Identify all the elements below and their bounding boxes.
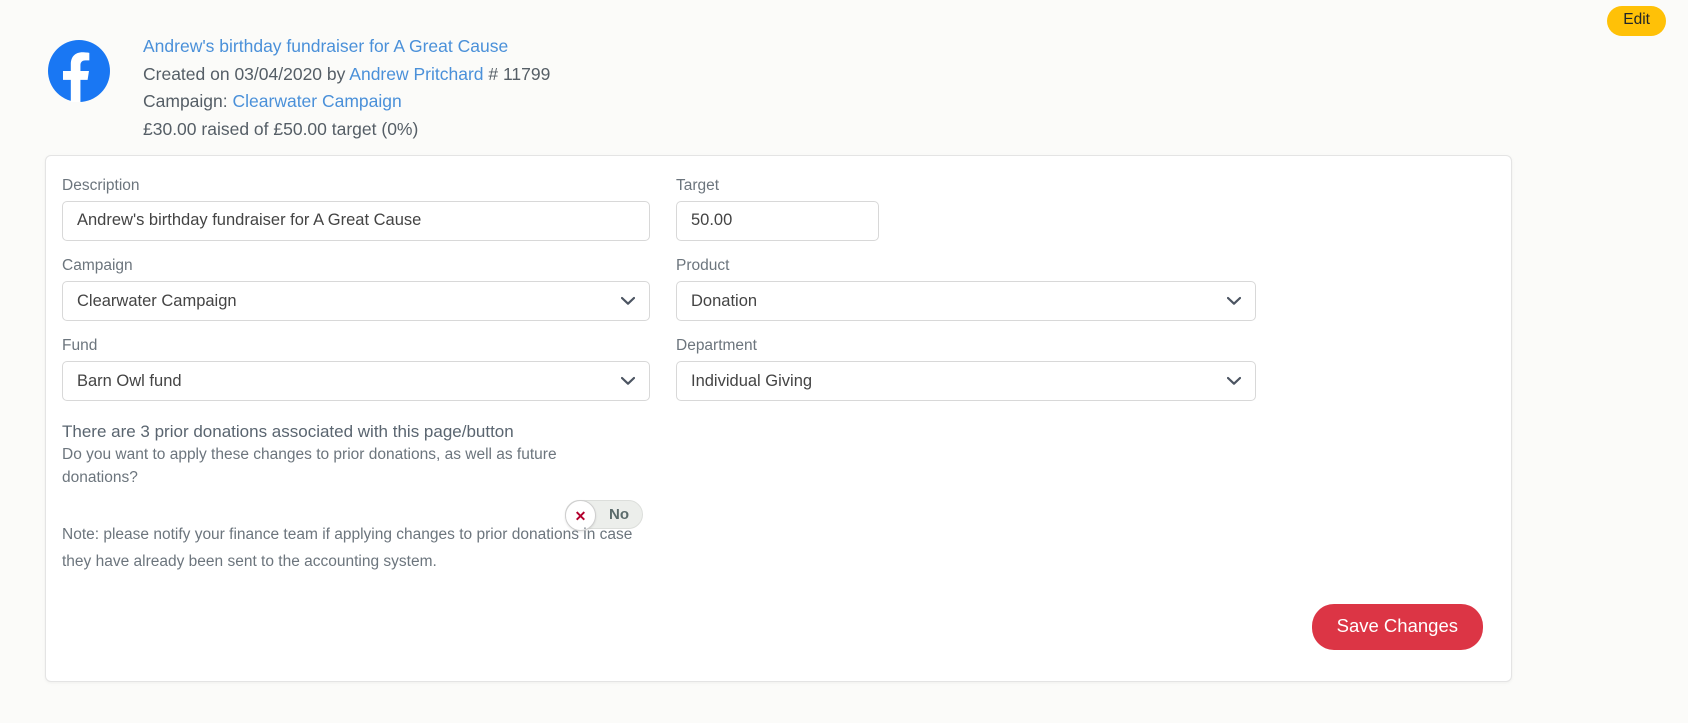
field-description: Description [62,176,650,241]
description-label: Description [62,177,140,194]
edit-button[interactable]: Edit [1607,6,1666,36]
edit-form-card: Description Campaign Clearwater Campaign… [45,155,1512,682]
department-label: Department [676,336,757,354]
fund-select[interactable]: Barn Owl fund [62,360,650,401]
form-left-column: Description Campaign Clearwater Campaign… [62,176,650,416]
reference-number: # 11799 [483,63,551,84]
save-changes-button[interactable]: Save Changes [1311,603,1483,650]
target-label: Target [676,177,720,194]
field-campaign: Campaign Clearwater Campaign [62,256,650,321]
finance-note: Note: please notify your finance team if… [62,526,633,570]
chevron-down-icon [621,296,635,305]
department-select[interactable]: Individual Giving [676,360,1256,401]
progress-line: £30.00 raised of £50.00 target (0%) [143,118,419,139]
fund-label: Fund [62,336,98,354]
prior-donations-question: Do you want to apply these changes to pr… [62,445,557,486]
campaign-select-value: Clearwater Campaign [77,291,237,310]
created-prefix: Created on [143,63,235,84]
department-select-value: Individual Giving [691,371,813,390]
field-fund: Fund Barn Owl fund [62,336,650,401]
header-text-block: Andrew's birthday fundraiser for A Great… [143,30,550,144]
campaign-label: Campaign [62,256,133,274]
chevron-down-icon [1227,296,1241,305]
campaign-line: Campaign: Clearwater Campaign [143,88,550,116]
fund-select-value: Barn Owl fund [77,371,182,390]
created-date: 03/04/2020 [234,63,323,84]
fundraiser-header: Andrew's birthday fundraiser for A Great… [48,30,550,144]
toggle-value-label: No [609,506,629,524]
facebook-icon [48,40,110,103]
form-right-column: Target Product Donation Department Indiv… [676,176,1256,416]
prior-donations-title: There are 3 prior donations associated w… [62,422,514,441]
cross-icon: ✕ [574,507,587,524]
campaign-prefix: Campaign: [143,91,233,112]
prior-donations-block: There are 3 prior donations associated w… [62,422,650,532]
campaign-link[interactable]: Clearwater Campaign [233,91,402,111]
campaign-select[interactable]: Clearwater Campaign [62,280,650,321]
created-line: Created on 03/04/2020 by Andrew Pritchar… [143,61,550,89]
chevron-down-icon [1227,376,1241,385]
field-department: Department Individual Giving [676,336,1256,401]
chevron-down-icon [621,376,635,385]
product-label: Product [676,256,730,274]
product-select-value: Donation [691,291,758,310]
field-product: Product Donation [676,256,1256,321]
target-input[interactable] [676,200,879,241]
product-select[interactable]: Donation [676,280,1256,321]
field-target: Target [676,176,1256,241]
created-by-link[interactable]: Andrew Pritchard [349,64,483,84]
description-input[interactable] [62,200,650,241]
fundraiser-title-link[interactable]: Andrew's birthday fundraiser for A Great… [143,33,550,61]
created-by-prefix: by [322,63,350,84]
